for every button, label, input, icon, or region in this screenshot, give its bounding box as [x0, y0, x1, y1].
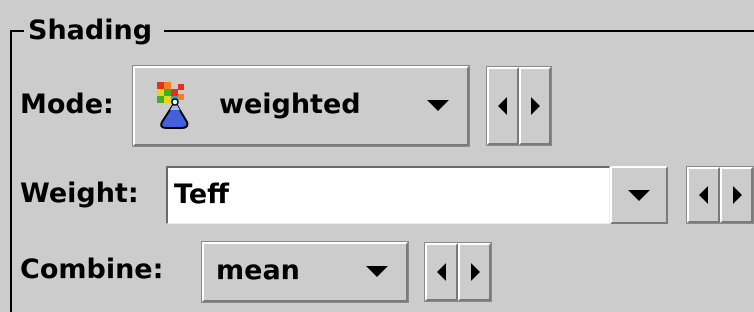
mode-previous-button[interactable] [487, 67, 519, 145]
weight-dropdown-button[interactable] [610, 166, 668, 224]
chevron-down-icon [366, 266, 388, 277]
chevron-down-icon [427, 100, 449, 111]
right-arrow-icon [531, 97, 540, 115]
mode-next-button[interactable] [519, 67, 551, 145]
left-arrow-icon [698, 186, 708, 204]
weight-value: Teff [174, 179, 230, 210]
frame-top-right [164, 30, 754, 32]
shading-panel: Shading Mode: weighted Weight: Teff Comb… [0, 0, 754, 312]
weight-previous-button[interactable] [687, 167, 720, 223]
weight-nav-buttons [686, 166, 754, 224]
combine-next-button[interactable] [458, 243, 491, 301]
mode-label: Mode: [20, 89, 114, 120]
weight-field[interactable]: Teff [166, 166, 610, 224]
combine-nav-buttons [424, 242, 492, 302]
frame-left [10, 30, 12, 312]
weighted-shading-icon [153, 80, 197, 132]
combine-combo[interactable]: mean [201, 241, 409, 303]
left-arrow-icon [436, 263, 446, 281]
mode-combo[interactable]: weighted [132, 65, 470, 147]
right-arrow-icon [470, 263, 480, 281]
weight-label: Weight: [20, 178, 139, 209]
frame-top-left [10, 30, 24, 32]
combine-value: mean [216, 255, 300, 286]
combine-previous-button[interactable] [425, 243, 458, 301]
combine-label: Combine: [20, 254, 164, 285]
mode-value: weighted [219, 89, 361, 120]
chevron-down-icon [628, 190, 650, 201]
left-arrow-icon [498, 97, 507, 115]
panel-title: Shading [26, 14, 155, 48]
weight-next-button[interactable] [720, 167, 753, 223]
right-arrow-icon [732, 186, 742, 204]
mode-nav-buttons [486, 66, 552, 146]
